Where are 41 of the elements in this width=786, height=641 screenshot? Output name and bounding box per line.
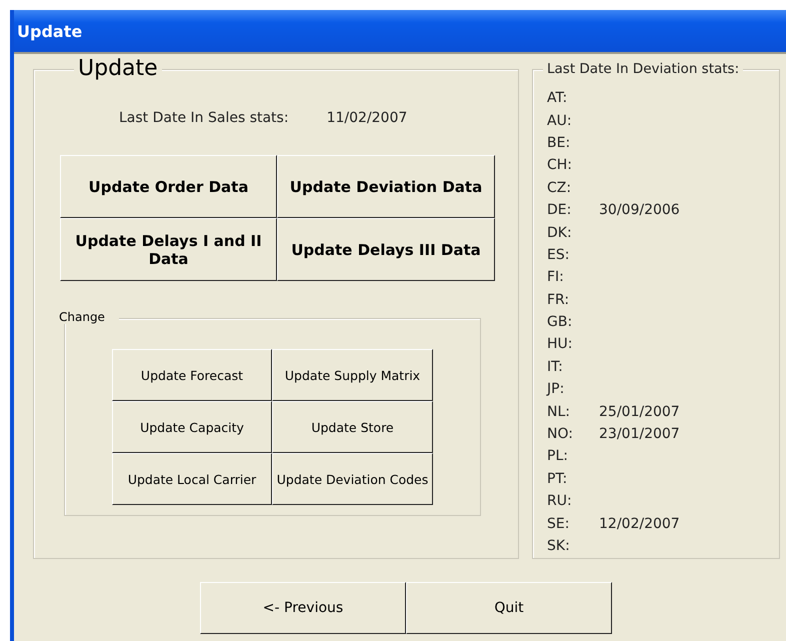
- update-button[interactable]: Update Deviation Codes: [272, 453, 433, 505]
- country-code: BE:: [547, 134, 572, 151]
- country-code: SE:: [547, 516, 570, 532]
- country-code: PL:: [547, 448, 569, 464]
- update-button[interactable]: Update Order Data: [60, 155, 277, 218]
- group-title: Update: [74, 56, 162, 81]
- deviation-date: 25/01/2007: [599, 404, 680, 420]
- country-code: IT:: [547, 358, 564, 375]
- country-code: ES:: [547, 246, 570, 263]
- nav-button[interactable]: Quit: [406, 582, 612, 634]
- nav-button[interactable]: <- Previous: [200, 582, 406, 634]
- update-button[interactable]: Update Delays III Data: [277, 218, 495, 281]
- country-code: CH:: [547, 157, 574, 174]
- window-title: Update: [17, 22, 82, 40]
- country-code: AT:: [547, 90, 568, 106]
- sales-stats-date: 11/02/2007: [326, 110, 408, 126]
- deviation-date: 23/01/2007: [599, 426, 680, 442]
- update-button[interactable]: Update Capacity: [112, 401, 272, 453]
- update-button[interactable]: Update Forecast: [112, 349, 272, 401]
- update-button[interactable]: Update Store: [272, 401, 433, 453]
- deviation-date: 30/09/2006: [599, 202, 680, 218]
- update-button[interactable]: Update Supply Matrix: [272, 349, 433, 401]
- country-code: JP:: [547, 381, 566, 398]
- country-code: FR:: [547, 292, 570, 308]
- update-button[interactable]: Update Delays I and II Data: [60, 218, 277, 281]
- country-code: GB:: [547, 314, 574, 330]
- country-code: RU:: [547, 493, 573, 510]
- sales-stats-label: Last Date In Sales stats:: [119, 110, 289, 126]
- country-code: CZ:: [547, 180, 572, 196]
- country-code: HU:: [547, 336, 574, 352]
- country-code: PT:: [547, 470, 568, 487]
- country-code: NO:: [547, 426, 574, 442]
- deviation-date: 12/02/2007: [599, 516, 680, 532]
- country-code: NL:: [547, 404, 571, 420]
- country-code: DE:: [547, 202, 572, 218]
- country-code: AU:: [547, 112, 573, 129]
- country-code: FI:: [547, 269, 565, 286]
- country-code: SK:: [547, 538, 571, 554]
- update-button[interactable]: Update Local Carrier: [112, 453, 272, 505]
- country-code: DK:: [547, 224, 573, 241]
- update-button[interactable]: Update Deviation Data: [277, 155, 495, 218]
